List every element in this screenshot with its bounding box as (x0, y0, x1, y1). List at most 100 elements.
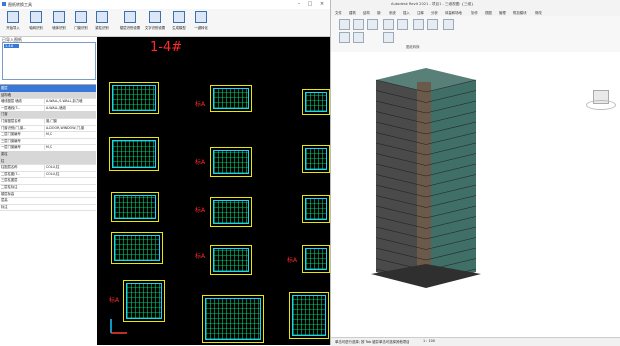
ribbon-tab[interactable]: 分析 (431, 10, 438, 15)
property-key: 门窗图层名称 (1, 119, 21, 123)
ribbon-panel (331, 16, 620, 53)
property-key: 二层柱图(T... (1, 171, 21, 176)
toolbar-button-7[interactable]: 生成模型 (168, 11, 190, 35)
drawing-sheet[interactable] (109, 82, 159, 114)
ucs-axis-icon (110, 319, 127, 334)
import-icon (7, 11, 19, 23)
ribbon-tab[interactable]: 注释 (417, 10, 424, 15)
drawing-sheet[interactable] (302, 145, 330, 173)
ribbon-tab[interactable]: 协作 (471, 10, 478, 15)
maximize-icon[interactable]: □ (306, 1, 314, 7)
3d-view[interactable] (331, 52, 620, 337)
toolbar-button-5[interactable]: 楼层识别设置 (117, 11, 143, 35)
property-value[interactable]: M,C (44, 144, 98, 151)
close-icon[interactable]: × (318, 1, 326, 7)
minimize-icon[interactable]: – (295, 1, 303, 7)
ribbon-tool-icon[interactable] (367, 19, 378, 30)
property-key: 梁柱 (1, 152, 8, 156)
property-value[interactable]: A-WALL,S-WALL,剪力墙 (44, 98, 98, 105)
ribbon-tab[interactable]: 结构 (363, 10, 370, 15)
generate-icon (173, 11, 185, 23)
toolbar-button-3[interactable]: 门窗识别 (70, 11, 92, 35)
property-value[interactable]: A-WALL,墙线 (44, 104, 98, 111)
revit-title-bar: Autodesk Revit 2021 - 项目1 - 三维视图: {三维} (331, 0, 620, 9)
plugin-title: 图纸转换工具 (8, 2, 32, 7)
drawing-mark: 标A (195, 253, 206, 260)
drawing-sheet[interactable] (302, 245, 330, 273)
revit-title: Autodesk Revit 2021 - 项目1 - 三维视图: {三维} (391, 2, 474, 6)
property-grid: 图层结构墙墙线图层 墙线 A-WALL,S-WALL,剪力墙一层墙线(T... A-… (0, 84, 96, 346)
drawing-sheet[interactable] (111, 232, 163, 264)
ribbon-tab[interactable]: 修改 (535, 10, 542, 15)
drawing-sheet[interactable] (210, 245, 252, 275)
plugin-toolbar: 开始导入 轴网识别 墙体识别 门窗识别 梁柱识别 楼层识别设置 文字识别设置 生… (0, 9, 330, 37)
ribbon-tool-icon[interactable] (397, 19, 408, 30)
grid-icon (30, 11, 42, 23)
property-key: 一层门窗编号 (1, 145, 21, 150)
ribbon-tool-icon[interactable] (353, 32, 364, 43)
property-key: 门窗 (1, 112, 8, 117)
beam-icon (96, 11, 108, 23)
plugin-window: 图纸转换工具 – □ × 开始导入 轴网识别 墙体识别 门窗识别 梁柱识别 楼层… (0, 0, 330, 346)
drawing-sheet[interactable] (111, 192, 159, 222)
toolbar-button-2[interactable]: 墙体识别 (48, 11, 70, 35)
building-model (371, 68, 481, 288)
ribbon-tab[interactable]: 视图 (485, 10, 492, 15)
property-value[interactable]: M,C (44, 131, 98, 138)
text-settings-icon (149, 11, 161, 23)
status-text: 单击可进行选择; 按 Tab 键并单击可选择其他项目 (335, 340, 410, 344)
property-key: 结构墙 (1, 92, 11, 97)
drawing-sheet[interactable] (123, 280, 165, 322)
property-value[interactable]: A-DOOR,WINDOW,门,窗 (44, 124, 98, 131)
ribbon-tab[interactable]: 建筑 (349, 10, 356, 15)
drawing-mark: 标A (195, 159, 206, 166)
view-scale[interactable]: 1 : 100 (423, 339, 435, 343)
drawing-sheet[interactable] (210, 197, 252, 227)
drawing-sheet[interactable] (210, 147, 252, 177)
drawing-sheet[interactable] (109, 137, 159, 171)
property-value[interactable]: COLU,柱 (44, 170, 98, 177)
drawing-sheet[interactable] (202, 295, 264, 343)
ribbon-tool-icon[interactable] (413, 19, 424, 30)
cad-canvas[interactable]: 标A 标A 标A 标A 标A 标A (97, 37, 330, 345)
ribbon-tab[interactable]: 文件 (335, 10, 342, 15)
ribbon-tab[interactable]: 系统 (389, 10, 396, 15)
drawing-sheet[interactable] (302, 195, 330, 223)
ribbon-tool-icon[interactable] (353, 19, 364, 30)
property-key: 一层墙线(T... (1, 105, 21, 110)
ribbon-tool-icon[interactable] (427, 19, 438, 30)
ribbon-tool-icon[interactable] (383, 19, 394, 30)
property-row[interactable]: 标注 (0, 204, 96, 212)
ribbon-tool-icon[interactable] (339, 32, 350, 43)
drawing-sheet[interactable] (210, 85, 252, 112)
drawing-sheet[interactable] (289, 292, 329, 339)
ribbon-tab[interactable]: 钢 (377, 10, 380, 15)
toolbar-button-8[interactable]: 一键转化 (190, 11, 212, 35)
ribbon-tool-icon[interactable] (443, 19, 454, 30)
property-key: 层高 (1, 198, 8, 203)
property-key: 二层门窗编号 (1, 132, 21, 137)
property-key: 标注 (1, 204, 8, 209)
property-key: 三层门窗编号 (1, 138, 21, 143)
toolbar-button-0[interactable]: 开始导入 (2, 11, 24, 35)
ribbon-tab[interactable]: 体量和场地 (445, 10, 462, 15)
property-key: 墙线图层 墙线 (1, 99, 22, 104)
drawing-list-item[interactable]: 1-4# (4, 44, 19, 48)
ribbon-tab[interactable]: 插入 (403, 10, 410, 15)
property-key: 柱 (1, 158, 5, 163)
property-key: 图层 (1, 86, 8, 90)
toolbar-button-6[interactable]: 文字识别设置 (142, 11, 168, 35)
ribbon-tool-icon[interactable] (339, 19, 350, 30)
toolbar-button-4[interactable]: 梁柱识别 (91, 11, 113, 35)
toolbar-button-1[interactable]: 轴网识别 (25, 11, 47, 35)
drawing-sheet[interactable] (302, 89, 330, 115)
ribbon-tool-icon[interactable] (383, 32, 394, 43)
door-icon (75, 11, 87, 23)
property-value[interactable]: COLU,柱 (44, 164, 98, 171)
convert-icon (195, 11, 207, 23)
ribbon-tab[interactable]: 管理 (499, 10, 506, 15)
property-value[interactable]: 窗,门窗 (44, 118, 98, 124)
ribbon-tab[interactable]: 附加模块 (513, 10, 527, 15)
drawing-list[interactable]: 1-4# (2, 42, 96, 80)
viewcube-compass-icon[interactable] (586, 100, 616, 110)
